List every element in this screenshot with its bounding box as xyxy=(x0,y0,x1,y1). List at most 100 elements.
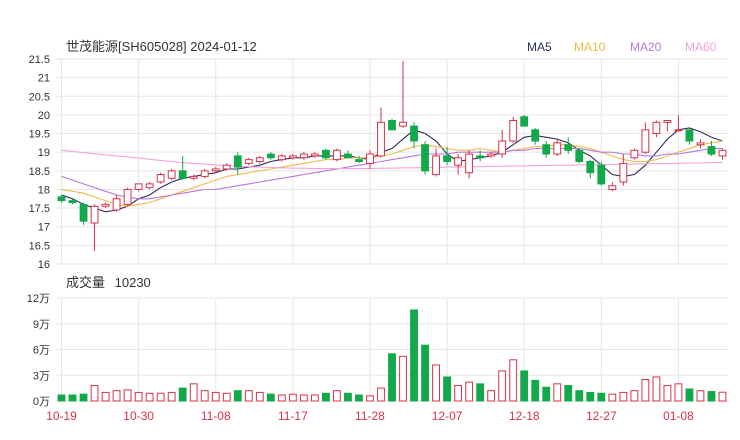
candle-body xyxy=(112,198,121,211)
volume-bar xyxy=(410,309,418,402)
date-x-axis: 10-19 10-30 11-08 11-17 11-28 12-07 12-18 12-27… xyxy=(46,409,694,423)
candle-body xyxy=(399,121,407,127)
volume-bar xyxy=(90,385,99,402)
candle-body xyxy=(509,120,518,142)
volume-bar xyxy=(112,390,121,402)
candle-body xyxy=(630,149,639,159)
date-tick-label: 10-30 xyxy=(123,409,154,423)
volume-bar xyxy=(189,383,198,402)
volume-bar xyxy=(696,390,705,402)
volume-bar xyxy=(255,391,264,402)
stock-chart: 21.5 21 20.5 20 19.5 19 18.5 18 17.5 17 16.5 16 12万… xyxy=(27,39,728,423)
volume-label: 成交量 10230 xyxy=(66,275,151,290)
candle-body xyxy=(200,170,209,177)
volume-bar xyxy=(366,395,374,402)
volume-bar xyxy=(156,392,165,402)
legend: MA5 MA10 MA20 MA60 xyxy=(527,40,717,54)
price-tick-label: 20.5 xyxy=(29,91,50,103)
candle-body xyxy=(355,159,363,163)
candle-body xyxy=(421,144,429,172)
candle-body xyxy=(652,121,661,135)
candle-body xyxy=(344,153,352,159)
price-tick-label: 16.5 xyxy=(29,240,50,252)
volume-bar xyxy=(333,390,341,402)
candle-body xyxy=(79,203,88,222)
volume-value: 10230 xyxy=(115,275,151,290)
volume-bar xyxy=(531,379,540,402)
volume-bar xyxy=(299,394,308,402)
candle-body xyxy=(410,125,418,142)
volume-bar xyxy=(355,394,363,402)
price-tick-label: 16 xyxy=(38,259,50,271)
volume-bar xyxy=(288,393,297,402)
volume-bar xyxy=(663,385,672,402)
volume-bar xyxy=(134,391,143,402)
volume-tick-label: 6万 xyxy=(33,345,50,357)
volume-y-axis: 12万 9万 6万 3万 0万 xyxy=(27,293,50,408)
volume-bar xyxy=(586,391,595,402)
volume-title: 成交量 xyxy=(66,275,105,290)
candle-body xyxy=(597,164,606,185)
volume-bar xyxy=(597,392,606,402)
candle-body xyxy=(333,149,341,161)
price-tick-label: 19 xyxy=(38,147,50,159)
candle-body xyxy=(388,120,396,131)
candle-body xyxy=(465,153,474,174)
volume-bar xyxy=(487,390,496,402)
legend-ma20: MA20 xyxy=(630,40,662,54)
date-tick-label: 12-07 xyxy=(432,409,463,423)
volume-bar xyxy=(454,385,463,402)
volume-bar xyxy=(57,394,66,402)
candle-body xyxy=(454,157,463,166)
chart-title: 世茂能源[SH605028] 2024-01-12 xyxy=(66,39,257,54)
volume-bar xyxy=(167,391,176,402)
date-tick-label: 11-28 xyxy=(355,409,385,423)
price-tick-label: 17 xyxy=(38,222,50,234)
volume-bar xyxy=(498,370,507,402)
date-tick-label: 10-19 xyxy=(46,409,77,423)
volume-bar xyxy=(233,390,242,402)
volume-bar xyxy=(178,387,187,402)
volume-bar xyxy=(277,394,286,402)
candle-body xyxy=(57,196,66,202)
volume-bar xyxy=(244,390,253,402)
volume-bar xyxy=(575,390,584,402)
date-tick-label: 01-08 xyxy=(663,409,694,423)
price-y-axis: 21.5 21 20.5 20 19.5 19 18.5 18 17.5 17 16.5 16 xyxy=(29,54,50,271)
candle-body xyxy=(432,155,440,176)
candle-body xyxy=(586,161,595,174)
volume-bar xyxy=(399,355,407,402)
volume-bar xyxy=(674,383,683,402)
volume-bar xyxy=(608,393,617,402)
volume-bar xyxy=(641,379,650,402)
volume-bar xyxy=(685,388,694,402)
date-tick-label: 11-08 xyxy=(201,409,231,423)
legend-ma5: MA5 xyxy=(527,40,552,54)
price-tick-label: 21 xyxy=(38,73,50,85)
candle-body xyxy=(476,155,485,159)
legend-ma10: MA10 xyxy=(574,40,606,54)
volume-tick-label: 9万 xyxy=(33,319,50,331)
volume-bar xyxy=(200,390,209,402)
candle-body xyxy=(696,142,705,146)
candle-body xyxy=(674,129,683,132)
volume-bar xyxy=(564,385,573,402)
volume-bar xyxy=(211,391,220,402)
volume-bar xyxy=(553,383,562,402)
candle-body xyxy=(266,153,275,159)
candle-body xyxy=(310,153,319,157)
volume-bar xyxy=(421,344,429,402)
candle-body xyxy=(575,149,584,162)
candle-body xyxy=(189,175,198,179)
candle-body xyxy=(366,153,374,164)
price-tick-label: 18.5 xyxy=(29,166,50,178)
volume-bar xyxy=(79,393,88,402)
price-tick-label: 18 xyxy=(38,184,50,196)
candle-body xyxy=(564,144,573,151)
candle-body xyxy=(244,159,253,164)
volume-bar xyxy=(619,391,628,402)
candle-body xyxy=(685,129,694,142)
volume-bar xyxy=(321,392,330,402)
volume-bar xyxy=(520,370,529,402)
price-tick-label: 20 xyxy=(38,110,50,122)
